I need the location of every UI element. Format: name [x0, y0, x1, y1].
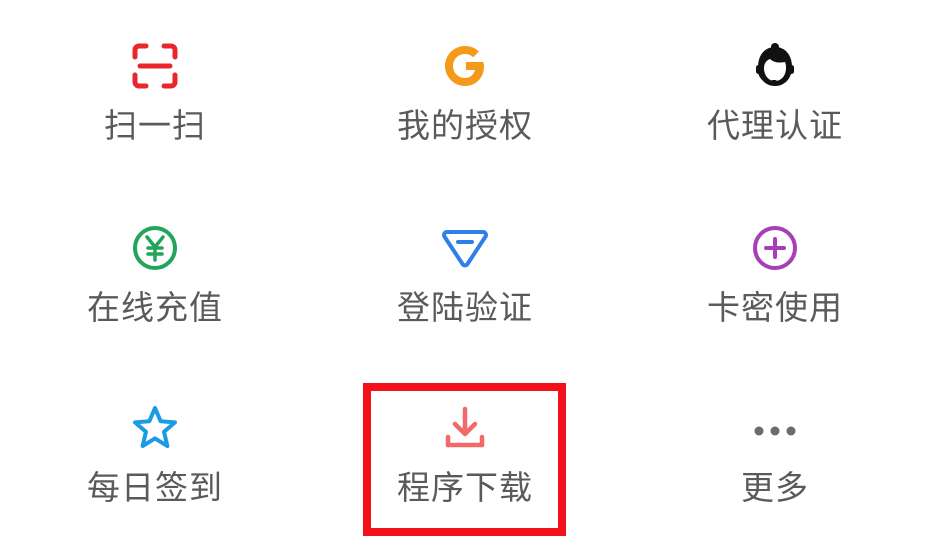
- plus-circle-icon: [749, 222, 801, 274]
- menu-item-agent-certification[interactable]: 代理认证: [620, 0, 930, 182]
- menu-item-daily-checkin[interactable]: 每日签到: [0, 364, 310, 546]
- menu-item-label: 程序下载: [397, 468, 533, 507]
- menu-item-program-download[interactable]: 程序下载: [310, 364, 620, 546]
- menu-item-my-authorization[interactable]: 我的授权: [310, 0, 620, 182]
- google-g-icon: [439, 40, 491, 92]
- yuan-coin-icon: [129, 222, 181, 274]
- star-icon: [129, 402, 181, 454]
- more-dots-icon: [749, 402, 801, 454]
- menu-item-label: 我的授权: [397, 106, 533, 145]
- download-icon: [439, 402, 491, 454]
- menu-item-scan[interactable]: 扫一扫: [0, 0, 310, 182]
- menu-item-label: 登陆验证: [397, 288, 533, 327]
- menu-item-online-recharge[interactable]: 在线充值: [0, 182, 310, 364]
- menu-item-label: 在线充值: [87, 288, 223, 327]
- scan-icon: [129, 40, 181, 92]
- menu-item-label: 代理认证: [707, 106, 843, 145]
- customer-service-icon: [749, 40, 801, 92]
- menu-item-card-use[interactable]: 卡密使用: [620, 182, 930, 364]
- menu-item-label: 扫一扫: [104, 106, 206, 145]
- diamond-icon: [439, 222, 491, 274]
- menu-item-label: 每日签到: [87, 468, 223, 507]
- menu-item-label: 卡密使用: [707, 288, 843, 327]
- function-grid: 扫一扫 我的授权 代理认证 在线充值 登陆验证 卡密使用 每日签到 程序下载 更…: [0, 0, 930, 546]
- menu-item-login-verification[interactable]: 登陆验证: [310, 182, 620, 364]
- menu-item-more[interactable]: 更多: [620, 364, 930, 546]
- menu-item-label: 更多: [741, 468, 809, 507]
